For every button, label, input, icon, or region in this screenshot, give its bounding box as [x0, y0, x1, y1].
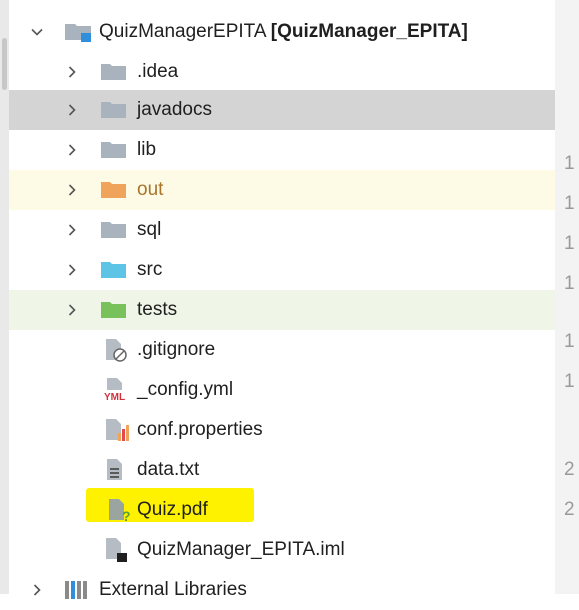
folder-icon	[101, 142, 126, 158]
svg-text:?: ?	[122, 508, 131, 522]
chevron-right-icon[interactable]	[64, 102, 80, 118]
yml-file-icon: YML	[103, 378, 129, 403]
scrollbar[interactable]	[0, 0, 9, 594]
tree-row-folder-excluded[interactable]: out	[9, 170, 555, 210]
tree-row-file[interactable]: QuizManager_EPITA.iml	[9, 530, 555, 570]
project-folder-icon	[65, 24, 91, 42]
chevron-right-icon[interactable]	[64, 64, 80, 80]
gutter-number: 1	[564, 233, 575, 254]
chevron-right-icon[interactable]	[29, 582, 45, 598]
folder-label: lib	[137, 139, 157, 160]
tree-row-file[interactable]: YML _config.yml	[9, 370, 555, 410]
unknown-file-icon: ?	[109, 499, 131, 522]
tree-row-folder-selected[interactable]: javadocs	[9, 90, 555, 130]
tree-row-file[interactable]: conf.properties	[9, 410, 555, 450]
scrollbar-thumb[interactable]	[2, 38, 7, 90]
tree-row-project-root[interactable]: QuizManagerEPITA [QuizManager_EPITA]	[9, 12, 555, 52]
source-folder-icon	[101, 262, 126, 278]
chevron-right-icon[interactable]	[64, 302, 80, 318]
gutter-number: 1	[564, 153, 575, 174]
tree-row-folder-tests[interactable]: tests	[9, 290, 555, 330]
libraries-icon	[65, 581, 87, 599]
test-folder-icon	[101, 302, 126, 318]
project-module-name: [QuizManager_EPITA]	[270, 21, 468, 42]
tree-row-folder[interactable]: .idea	[9, 52, 555, 92]
iml-file-icon	[106, 538, 127, 562]
file-label: QuizManager_EPITA.iml	[137, 539, 345, 560]
chevron-right-icon[interactable]	[64, 222, 80, 238]
gitignore-file-icon	[106, 339, 127, 362]
properties-file-icon	[106, 419, 129, 441]
gutter-number: 1	[564, 371, 575, 392]
tree-row-folder[interactable]: lib	[9, 130, 555, 170]
external-libraries-label: External Libraries	[99, 579, 247, 600]
folder-label: javadocs	[137, 99, 212, 120]
folder-label: tests	[137, 299, 178, 320]
gutter-number: 2	[564, 459, 575, 480]
project-name: QuizManagerEPITA	[99, 21, 266, 42]
gutter-number: 2	[564, 499, 575, 520]
chevron-right-icon[interactable]	[64, 182, 80, 198]
gutter-number: 1	[564, 331, 575, 352]
tree-row-external-libraries[interactable]: External Libraries	[9, 570, 555, 610]
yml-badge: YML	[104, 392, 125, 403]
tree-row-folder-sources[interactable]: src	[9, 250, 555, 290]
tree-row-file[interactable]: ? Quiz.pdf	[9, 490, 555, 530]
file-label: conf.properties	[137, 419, 263, 440]
folder-icon	[101, 222, 126, 238]
excluded-folder-icon	[101, 182, 126, 198]
text-file-icon	[107, 459, 122, 480]
file-label: data.txt	[137, 459, 200, 480]
file-label: Quiz.pdf	[137, 499, 208, 520]
tree-row-file[interactable]: data.txt	[9, 450, 555, 490]
tree-row-file[interactable]: .gitignore	[9, 330, 555, 370]
folder-icon	[101, 64, 126, 80]
folder-label: src	[137, 259, 163, 280]
tree-row-folder[interactable]: sql	[9, 210, 555, 250]
folder-label: out	[137, 179, 164, 200]
chevron-right-icon[interactable]	[64, 262, 80, 278]
gutter-number: 1	[564, 193, 575, 214]
chevron-down-icon[interactable]	[29, 24, 45, 40]
folder-icon	[101, 102, 126, 118]
chevron-right-icon[interactable]	[64, 142, 80, 158]
gutter-number: 1	[564, 273, 575, 294]
file-label: _config.yml	[137, 379, 234, 400]
folder-label: .idea	[137, 61, 179, 82]
folder-label: sql	[137, 219, 162, 240]
file-label: .gitignore	[137, 339, 216, 360]
